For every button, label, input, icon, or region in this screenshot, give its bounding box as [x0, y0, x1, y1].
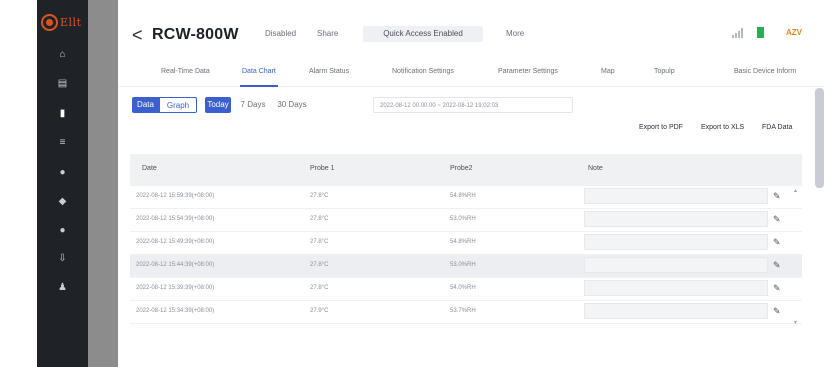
battery-icon [757, 27, 764, 38]
edit-icon[interactable]: ✎ [773, 260, 781, 270]
tab-parameter-settings[interactable]: Parameter Settings [498, 68, 558, 75]
export-xls-button[interactable]: Export to XLS [701, 124, 744, 131]
cell-date: 2022-08-12 15:49:39(+08:00) [136, 239, 215, 245]
tab-real-time-data[interactable]: Real-Time Data [161, 68, 210, 75]
cell-date: 2022-08-12 15:34:39(+08:00) [136, 308, 215, 314]
note-field[interactable] [584, 234, 768, 250]
table-row[interactable]: 2022-08-12 15:34:39(+08:00) 27.9°C 53.7%… [130, 301, 802, 324]
tab-basic-device-info[interactable]: Basic Device Inform [734, 68, 796, 75]
cell-probe1: 27.8°C [310, 285, 329, 291]
edit-icon[interactable]: ✎ [773, 214, 781, 224]
note-field[interactable] [584, 257, 768, 273]
location-icon[interactable]: ● [57, 225, 68, 236]
home-icon[interactable]: ⌂ [57, 49, 68, 60]
app-window: Ellt ⌂ ▤ ▮ ≡ ● ◆ ● ⇩ ♟ < RCW-800W Disabl… [37, 0, 824, 367]
note-field[interactable] [584, 280, 768, 296]
tab-notification-settings[interactable]: Notification Settings [392, 68, 454, 75]
data-view-button[interactable]: Data [132, 97, 159, 113]
voltage-indicator: AZV [786, 28, 802, 37]
alarm-icon[interactable]: ● [57, 167, 68, 178]
table-row[interactable]: 2022-08-12 15:39:39(+08:00) 27.8°C 54.0%… [130, 278, 802, 301]
cell-date: 2022-08-12 15:59:39(+08:00) [136, 193, 215, 199]
disabled-button[interactable]: Disabled [265, 28, 296, 40]
column-header-date[interactable]: Date [142, 165, 157, 172]
tab-alarm-status[interactable]: Alarm Status [309, 68, 349, 75]
back-button[interactable]: < [132, 25, 143, 45]
more-button[interactable]: More [506, 28, 524, 40]
user-icon[interactable]: ♟ [57, 282, 68, 293]
column-header-probe2[interactable]: Probe2 [450, 165, 473, 172]
page-scrollbar[interactable] [815, 88, 824, 188]
logo-text: Ellt [60, 15, 82, 29]
table-row[interactable]: 2022-08-12 15:44:39(+08:00) 27.8°C 53.0%… [130, 255, 802, 278]
7-days-button[interactable]: 7 Days [234, 97, 272, 113]
data-table: Date Probe 1 Probe2 Note 2022-08-12 15:5… [130, 154, 802, 329]
tab-data-chart[interactable]: Data Chart [242, 68, 276, 75]
settings-icon[interactable]: ◆ [57, 196, 68, 207]
today-button[interactable]: Today [205, 97, 231, 113]
cell-probe2: 54.0%RH [450, 285, 476, 291]
tab-bar: Real-Time Data Data Chart Alarm Status N… [118, 64, 824, 87]
main-content: < RCW-800W Disabled Share Quick Access E… [118, 0, 824, 367]
cell-probe2: 54.8%RH [450, 193, 476, 199]
active-tab-indicator [240, 85, 278, 87]
30-days-button[interactable]: 30 Days [273, 97, 311, 113]
graph-view-button[interactable]: Graph [159, 97, 197, 113]
data-toolbar: Data Graph Today 7 Days 30 Days 2022-08-… [118, 97, 824, 113]
note-field[interactable] [584, 303, 768, 319]
overlay-gutter [88, 0, 118, 367]
cell-probe1: 27.8°C [310, 193, 329, 199]
signal-icon [732, 28, 744, 38]
cell-probe1: 27.8°C [310, 216, 329, 222]
brand-logo[interactable]: Ellt [41, 13, 85, 31]
quick-access-button[interactable]: Quick Access Enabled [363, 26, 483, 42]
cell-probe1: 27.8°C [310, 239, 329, 245]
cell-probe2: 54.8%RH [450, 239, 476, 245]
table-row[interactable]: 2022-08-12 15:59:39(+08:00) 27.8°C 54.8%… [130, 186, 802, 209]
table-row[interactable]: 2022-08-12 15:54:39(+08:00) 27.8°C 53.0%… [130, 209, 802, 232]
table-header: Date Probe 1 Probe2 Note [130, 154, 802, 186]
scroll-down-icon[interactable]: ▼ [793, 320, 798, 326]
device-title: RCW-800W [152, 26, 239, 43]
edit-icon[interactable]: ✎ [773, 191, 781, 201]
column-header-note[interactable]: Note [588, 165, 603, 172]
note-field[interactable] [584, 188, 768, 204]
menu-icon[interactable]: ≡ [57, 137, 68, 148]
tab-topulp[interactable]: Topulp [654, 68, 675, 75]
edit-icon[interactable]: ✎ [773, 283, 781, 293]
scroll-up-icon[interactable]: ▲ [793, 188, 798, 194]
cell-date: 2022-08-12 15:44:39(+08:00) [136, 262, 215, 268]
cell-probe2: 53.0%RH [450, 216, 476, 222]
column-header-probe1[interactable]: Probe 1 [310, 165, 335, 172]
edit-icon[interactable]: ✎ [773, 306, 781, 316]
cell-probe2: 53.7%RH [450, 308, 476, 314]
table-scrollbar[interactable]: ▲ ▼ [793, 186, 798, 329]
cell-date: 2022-08-12 15:39:39(+08:00) [136, 285, 215, 291]
cell-probe1: 27.8°C [310, 262, 329, 268]
export-pdf-button[interactable]: Export to PDF [639, 124, 683, 131]
share-button[interactable]: Share [317, 28, 338, 40]
list-icon[interactable]: ▤ [57, 78, 68, 89]
cell-date: 2022-08-12 15:54:39(+08:00) [136, 216, 215, 222]
fda-data-button[interactable]: FDA Data [762, 124, 792, 131]
date-range-picker[interactable]: 2022-08-12 00:00:00 ~ 2022-08-12 19:02:0… [373, 97, 573, 113]
logo-icon [41, 13, 58, 31]
note-field[interactable] [584, 211, 768, 227]
device-header: < RCW-800W Disabled Share Quick Access E… [118, 22, 824, 50]
sidebar: Ellt ⌂ ▤ ▮ ≡ ● ◆ ● ⇩ ♟ [37, 0, 88, 367]
cell-probe2: 53.0%RH [450, 262, 476, 268]
export-actions: Export to PDF Export to XLS FDA Data [118, 124, 824, 138]
table-row[interactable]: 2022-08-12 15:49:39(+08:00) 27.8°C 54.8%… [130, 232, 802, 255]
tab-map[interactable]: Map [601, 68, 615, 75]
edit-icon[interactable]: ✎ [773, 237, 781, 247]
cell-probe1: 27.9°C [310, 308, 329, 314]
device-icon[interactable]: ▮ [57, 108, 68, 119]
download-icon[interactable]: ⇩ [57, 253, 68, 264]
